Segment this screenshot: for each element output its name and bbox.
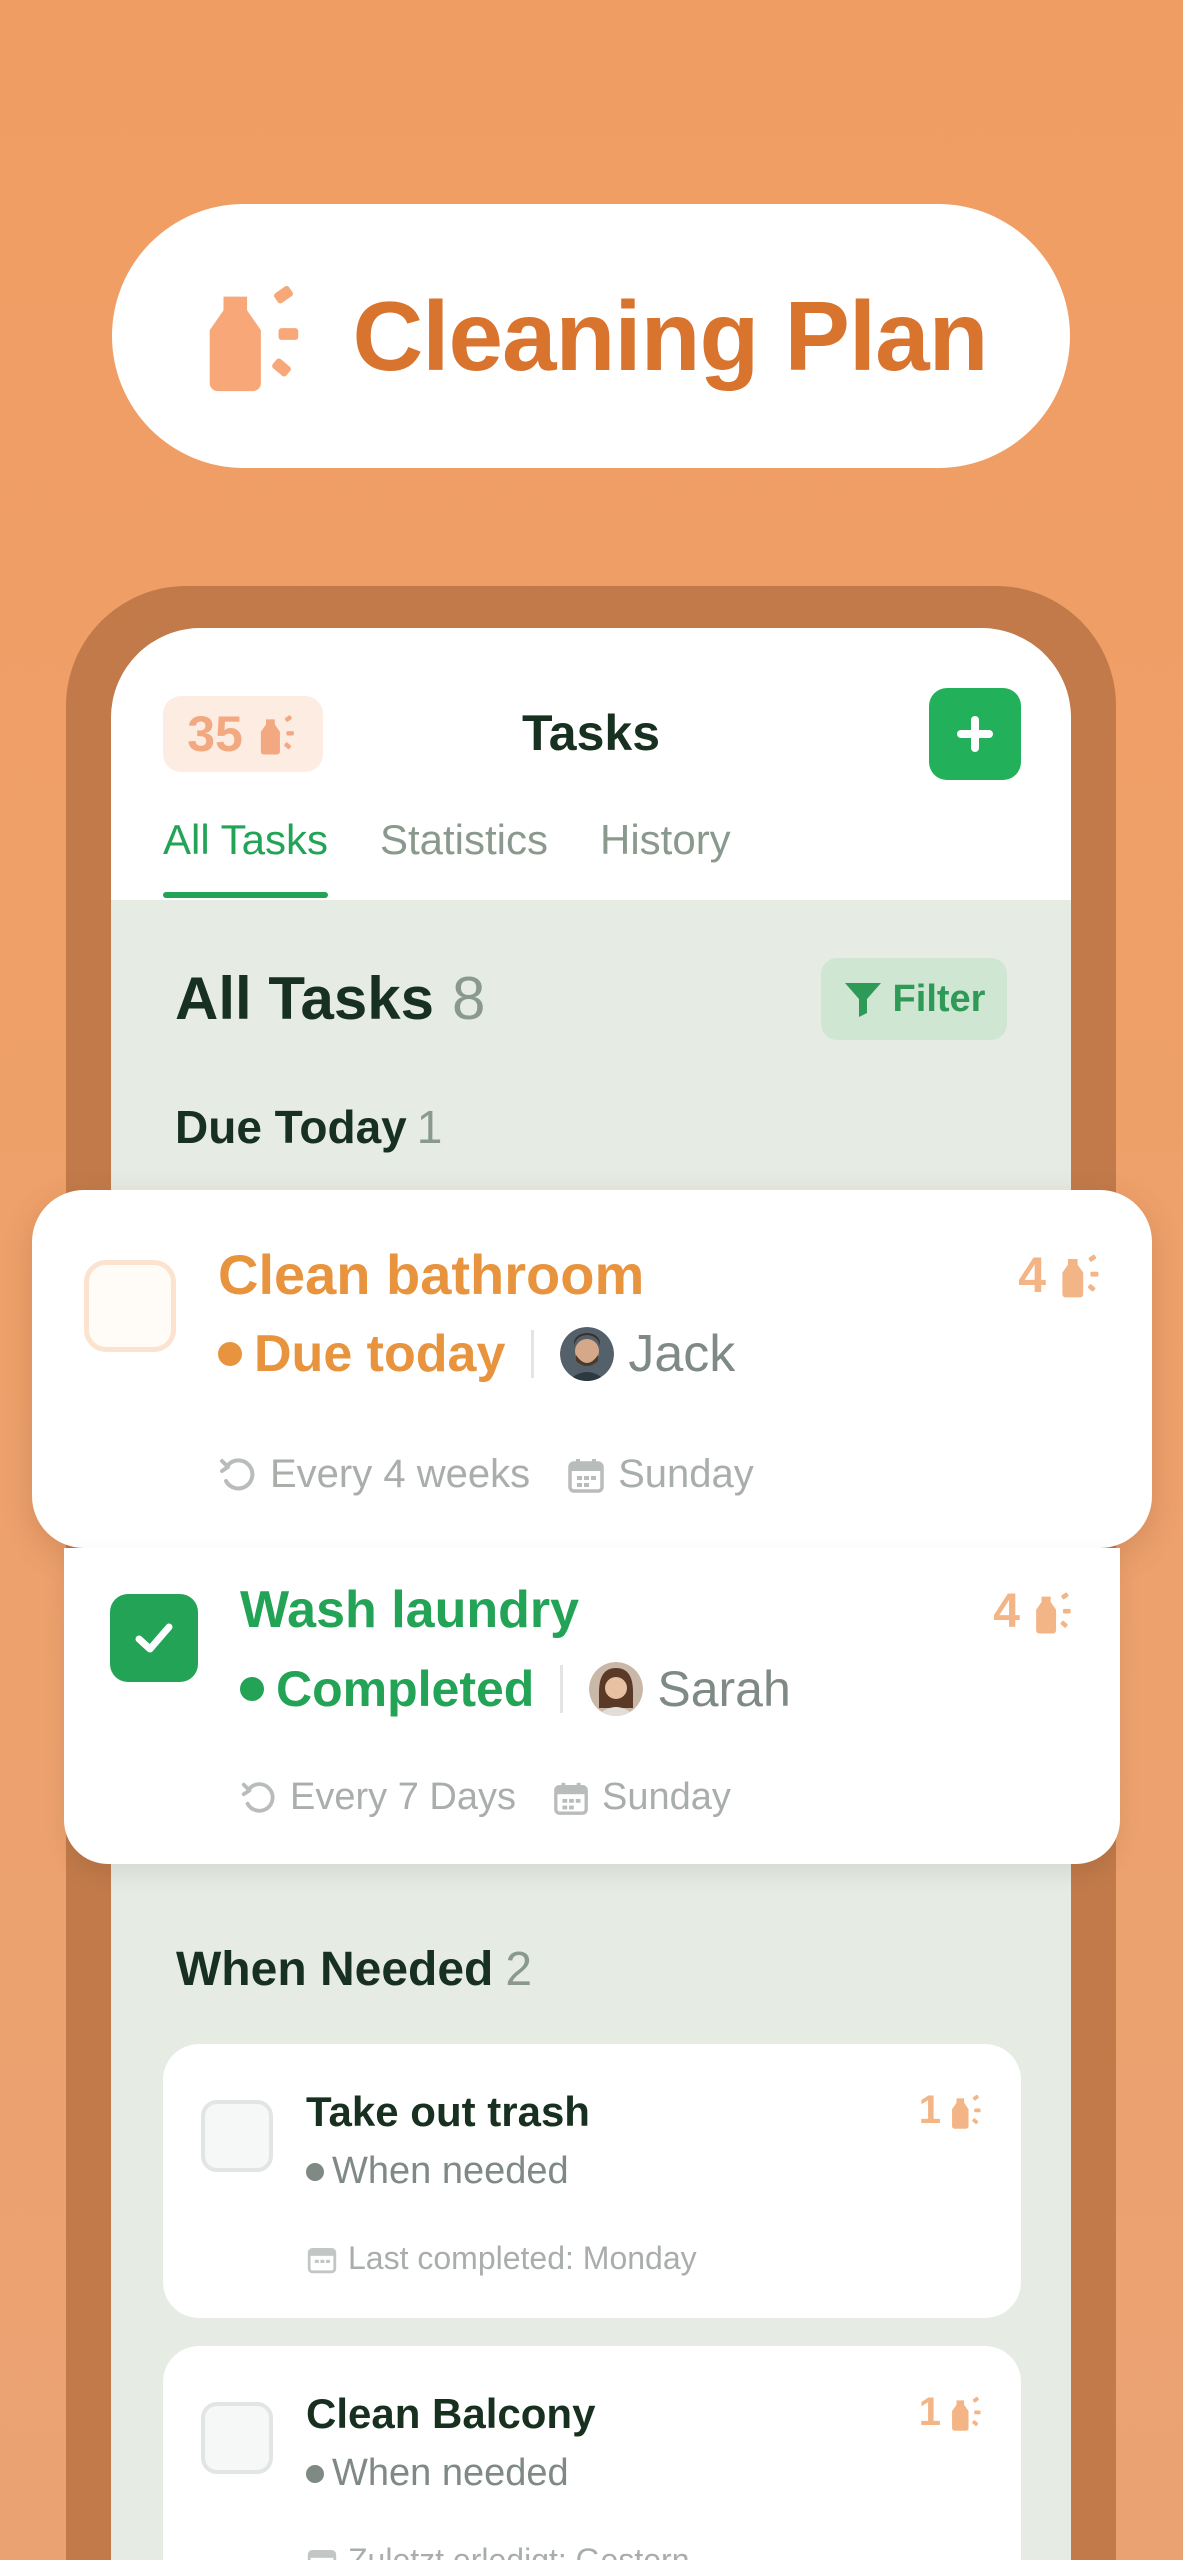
due-day: Sunday	[566, 1452, 754, 1497]
last-completed-text: Zuletzt erledigt: Gestern	[348, 2542, 690, 2560]
plus-icon	[957, 716, 993, 752]
tab-history[interactable]: History	[600, 816, 731, 898]
task-checkbox-checked[interactable]	[110, 1594, 198, 1682]
task-title: Clean Balcony	[306, 2390, 596, 2437]
task-checkbox[interactable]	[84, 1260, 176, 1352]
filter-icon	[844, 983, 881, 1017]
recurrence-text: Every 7 Days	[290, 1776, 516, 1818]
calendar-icon	[307, 2549, 337, 2560]
when-needed-label: When Needed	[176, 1943, 494, 1996]
due-day-text: Sunday	[601, 1776, 731, 1818]
due-day: Sunday	[552, 1776, 731, 1819]
task-meta-row: Every 4 weeks Sunday	[218, 1452, 790, 1497]
when-needed-heading: When Needed 2	[176, 1942, 532, 1997]
tab-all-tasks[interactable]: All Tasks	[163, 816, 328, 898]
avatar	[560, 1327, 615, 1381]
all-tasks-heading: All Tasks 8	[175, 964, 485, 1033]
task-card-take-out-trash[interactable]: Take out trash 1 When needed Last comple…	[163, 2044, 1021, 2318]
task-points: 1	[919, 2390, 985, 2435]
tab-statistics[interactable]: Statistics	[380, 816, 548, 898]
spray-bottle-icon	[1062, 1254, 1099, 1298]
task-points-value: 1	[918, 2088, 941, 2132]
task-title: Take out trash	[306, 2088, 590, 2135]
task-card-clean-balcony[interactable]: Clean Balcony 1 When needed Zuletzt erle…	[163, 2346, 1021, 2560]
spray-bottle-icon	[1036, 1591, 1071, 1633]
task-points: 4	[1018, 1246, 1104, 1304]
status-dot	[306, 2162, 324, 2181]
task-status-row: When needed	[306, 2452, 569, 2495]
task-status: Completed	[276, 1661, 535, 1717]
task-status: When needed	[332, 2452, 569, 2494]
screen-header: 35 Tasks All Tasks Statistics History	[111, 628, 1071, 900]
status-dot	[240, 1677, 264, 1701]
add-task-button[interactable]	[929, 688, 1021, 780]
divider	[560, 1665, 564, 1713]
task-title: Wash laundry	[240, 1581, 580, 1639]
task-meta-row: Zuletzt erledigt: Gestern	[306, 2542, 689, 2560]
task-card-clean-bathroom[interactable]: Clean bathroom 4 Due today Jack Every 4 …	[32, 1190, 1152, 1548]
calendar-icon	[307, 2247, 337, 2273]
task-assignee: Sarah	[657, 1661, 791, 1717]
calendar-icon	[554, 1782, 588, 1815]
task-points-value: 1	[918, 2390, 941, 2434]
filter-label: Filter	[892, 977, 986, 1020]
spray-bottle-icon	[952, 2396, 981, 2431]
task-title: Clean bathroom	[218, 1243, 645, 1306]
task-status: Due today	[254, 1325, 506, 1383]
status-dot	[306, 2464, 324, 2483]
all-tasks-label: All Tasks	[175, 965, 435, 1032]
when-needed-count: 2	[505, 1943, 533, 1996]
task-assignee: Jack	[628, 1325, 736, 1383]
task-status-row: Due today Jack	[218, 1324, 735, 1384]
spray-bottle-icon	[952, 2094, 981, 2129]
repeat-icon	[220, 1457, 255, 1490]
filter-button[interactable]: Filter	[821, 958, 1007, 1040]
divider	[531, 1330, 535, 1378]
task-points: 4	[993, 1584, 1076, 1639]
task-checkbox[interactable]	[201, 2402, 273, 2474]
task-checkbox[interactable]	[201, 2100, 273, 2172]
task-points: 1	[919, 2088, 985, 2133]
tab-bar: All Tasks Statistics History	[163, 816, 731, 898]
task-points-value: 4	[1018, 1247, 1046, 1303]
status-dot	[218, 1342, 242, 1366]
last-completed-text: Last completed: Monday	[348, 2240, 697, 2276]
app-title: Cleaning Plan	[352, 280, 988, 391]
checkmark-icon	[135, 1623, 173, 1653]
due-today-heading: Due Today 1	[175, 1100, 442, 1154]
app-title-banner: Cleaning Plan	[112, 204, 1070, 468]
task-card-wash-laundry[interactable]: Wash laundry 4 Completed Sarah Every 7 D…	[64, 1548, 1120, 1864]
due-today-label: Due Today	[175, 1101, 407, 1153]
all-tasks-count: 8	[452, 965, 486, 1032]
task-status: When needed	[332, 2150, 569, 2192]
task-points-value: 4	[993, 1585, 1020, 1638]
spray-bottle-icon	[210, 285, 299, 392]
repeat-icon	[241, 1781, 275, 1813]
page-title: Tasks	[521, 705, 661, 761]
calendar-icon	[568, 1458, 604, 1493]
due-day-text: Sunday	[618, 1452, 754, 1496]
avatar	[589, 1662, 644, 1716]
recurrence: Every 7 Days	[240, 1776, 516, 1819]
task-status-row: When needed	[306, 2150, 569, 2193]
recurrence: Every 4 weeks	[218, 1452, 530, 1497]
task-meta-row: Last completed: Monday	[306, 2240, 697, 2277]
due-today-count: 1	[416, 1101, 443, 1153]
task-meta-row: Every 7 Days Sunday	[240, 1776, 767, 1819]
task-status-row: Completed Sarah	[240, 1660, 791, 1718]
recurrence-text: Every 4 weeks	[270, 1452, 531, 1496]
